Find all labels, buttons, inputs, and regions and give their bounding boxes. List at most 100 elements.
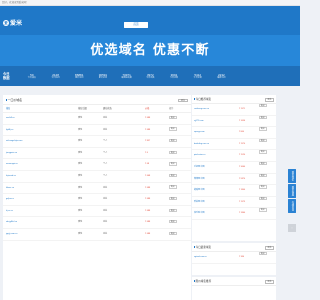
domain-link[interactable]: zpsepy.com [194,127,239,138]
domain-link[interactable]: 快乐购.中国 [194,208,239,219]
buy-button[interactable]: 购买 [169,208,177,212]
stat-label: 今日成交 [27,76,36,79]
domain-link[interactable]: baiduling.com.cn [194,139,239,150]
suffix-cell: 弹性 [78,117,83,119]
domain-link[interactable]: jgnjjj.com.cn [6,229,78,240]
customer-service-button[interactable]: 联系客服 [288,184,296,198]
domain-link[interactable]: fujiansd.cn [6,171,78,182]
domain-link[interactable]: 手机网.中国 [194,162,239,173]
buy-button[interactable]: 购买 [169,173,177,178]
buy-button[interactable]: 购买 [169,127,177,131]
buy-button[interactable]: 购买 [259,252,267,256]
column-header: 域名后缀 [78,108,87,110]
domain-link[interactable]: 逍遥网.中国 [194,185,239,196]
more-button[interactable]: 更多 [178,98,188,103]
blank-cell [124,183,145,194]
type-cell: 个人 [103,151,108,154]
nav-item-4[interactable] [196,22,220,28]
nav-item-6[interactable] [244,22,268,28]
nav-item-3[interactable] [172,22,196,28]
domain-link[interactable]: zjj173.com [194,116,239,127]
buy-button[interactable]: 购买 [169,196,177,201]
buy-button[interactable]: 购买 [259,127,267,131]
nav-item-2[interactable] [148,22,172,28]
more-button[interactable]: 更多 [265,98,274,102]
recommended-panel: 今日推荐域名 更多 caishang.com.cn ¥ 1971 购买 zjj173… [192,95,276,241]
buy-button[interactable]: 购买 [259,115,267,119]
buy-button[interactable]: 购买 [169,162,177,166]
buy-button[interactable]: 购买 [259,196,267,201]
price-cell: ¥ 1520 [239,154,246,157]
action-cell: 购买 [169,148,189,159]
stat-label: 最新访问 [217,76,226,79]
buy-button[interactable]: 购买 [259,185,267,189]
domain-link[interactable]: xgtzxd.com.cn [194,252,239,263]
type-cell: 企业 [103,186,108,189]
price-cell: ¥ 688 [145,232,151,235]
domain-link[interactable]: kj.cs.cn [6,206,78,217]
list-item: caishang.com.cn ¥ 1971 购买 [192,104,276,116]
buy-button[interactable]: 购买 [259,150,267,154]
more-button[interactable]: 更多 [265,246,274,250]
online-consult-button[interactable]: 在线咨询 [288,199,296,213]
buy-button[interactable]: 购买 [169,231,177,236]
buy-button[interactable]: 购买 [259,208,267,212]
more-button[interactable]: 更多 [265,280,274,284]
domain-link[interactable]: 微博网.中国 [194,174,239,185]
list-item: 手机网.中国 ¥ 3660 购买 [192,161,276,174]
blank-cell [124,229,145,240]
suffix-cell: 弹性 [78,186,83,189]
type-cell: 企业 [103,209,108,212]
table-row: xbcjgfhhf.cn 弹性 企业 ¥ 688 购买 [3,217,191,229]
back-to-top-icon[interactable]: ↑ [288,224,296,232]
type-cell: 企业 [103,198,108,201]
buy-button[interactable]: 购买 [169,115,177,120]
blank-cell [124,113,145,124]
list-item: zpsepy.com ¥ 860 购买 [192,127,276,139]
type-cell: 个人 [103,174,108,177]
buy-button[interactable]: 购买 [259,138,267,143]
list-item: 逍遥网.中国 ¥ 1840 购买 [192,185,276,197]
domain-link[interactable]: nemengxi.cn [6,159,78,170]
price-cell: ¥ 857 [145,140,151,143]
buy-button[interactable]: 购买 [259,173,267,177]
domain-link[interactable]: pinchetuo.cn [194,150,239,161]
domain-link[interactable]: xxxfs8.cn [6,113,78,124]
buy-button[interactable]: 购买 [169,185,177,189]
domain-link[interactable]: gxjkw.cn [6,194,78,205]
stat-item: 5412 今日访客 [186,73,210,80]
site-logo[interactable]: 爱 爱米 [3,18,22,27]
contact-us-button[interactable]: 联系我们 [288,169,296,183]
action-cell: 购买 [169,217,189,228]
domain-link[interactable]: fgfdfj.cn [6,125,78,136]
domain-link[interactable]: fdswc.cn [6,183,78,194]
price-cell: ¥ 688 [145,128,151,131]
logo-text: 爱米 [10,21,23,27]
fixed-price-panel: 一口价域名 更多 域名 域名后缀 建站状态 价格 操作 xxxfs8.cn 弹性企… [3,95,191,300]
stat-item: 2232 最新访问 [210,73,234,80]
domain-link[interactable]: caishang.com.cn [194,104,239,115]
suffix-cell: 弹性 [78,128,83,131]
stat-label: 今日访问 [51,76,60,79]
buy-button[interactable]: 购买 [259,161,267,166]
suffix-cell: 弹性 [78,221,83,224]
buy-button[interactable]: 购买 [169,138,177,143]
nav-item-home[interactable]: 首页 [124,22,148,28]
buy-button[interactable]: 购买 [169,150,177,154]
action-cell: 购买 [169,159,189,170]
domain-link[interactable]: xichongshijie.com [6,136,78,147]
blank-cell [124,125,145,136]
stat-label: 今日出售 [146,76,155,79]
action-cell: 购买 [169,113,189,124]
domain-link[interactable]: jiangpain.cn [6,148,78,159]
domain-link[interactable]: 爱美网.中国 [194,197,239,208]
table-row: nemengxi.cn 弹性 个人 ¥ 68 购买 [3,159,191,171]
price-cell: ¥ 1656 [239,119,246,122]
buy-button[interactable]: 购买 [169,220,177,224]
buy-button[interactable]: 购买 [259,104,267,108]
price-cell: ¥ 688 [145,186,151,189]
list-item: zjj173.com ¥ 1656 购买 [192,115,276,128]
nav-item-5[interactable] [220,22,244,28]
domain-link[interactable]: xbcjgfhhf.cn [6,217,78,228]
stat-item: 2128 今日访问 [44,73,68,80]
